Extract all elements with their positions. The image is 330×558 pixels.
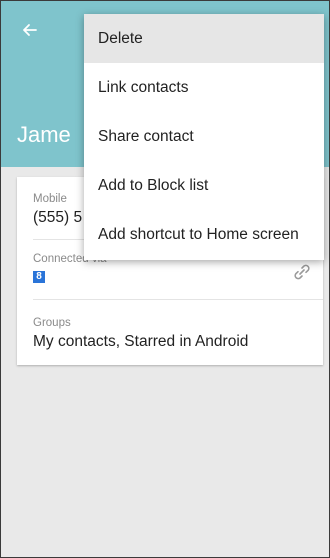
- menu-item-link-contacts[interactable]: Link contacts: [84, 63, 324, 112]
- groups-label: Groups: [33, 317, 71, 329]
- groups-value[interactable]: My contacts, Starred in Android: [33, 333, 248, 351]
- menu-item-delete[interactable]: Delete: [84, 14, 324, 63]
- arrow-left-icon: [23, 24, 37, 36]
- overflow-menu: Delete Link contacts Share contact Add t…: [84, 14, 324, 260]
- link-icon[interactable]: [291, 261, 313, 283]
- menu-item-add-shortcut[interactable]: Add shortcut to Home screen: [84, 210, 324, 259]
- mobile-label: Mobile: [33, 193, 67, 205]
- screen: Jame Mobile (555) 5 Connected via 8 Grou…: [0, 0, 330, 558]
- mobile-number[interactable]: (555) 5: [33, 209, 82, 227]
- contact-name: Jame: [17, 122, 71, 147]
- divider: [33, 299, 323, 300]
- back-button[interactable]: [15, 15, 45, 45]
- google-icon[interactable]: 8: [33, 271, 45, 283]
- menu-item-share-contact[interactable]: Share contact: [84, 112, 324, 161]
- menu-item-add-to-block-list[interactable]: Add to Block list: [84, 161, 324, 210]
